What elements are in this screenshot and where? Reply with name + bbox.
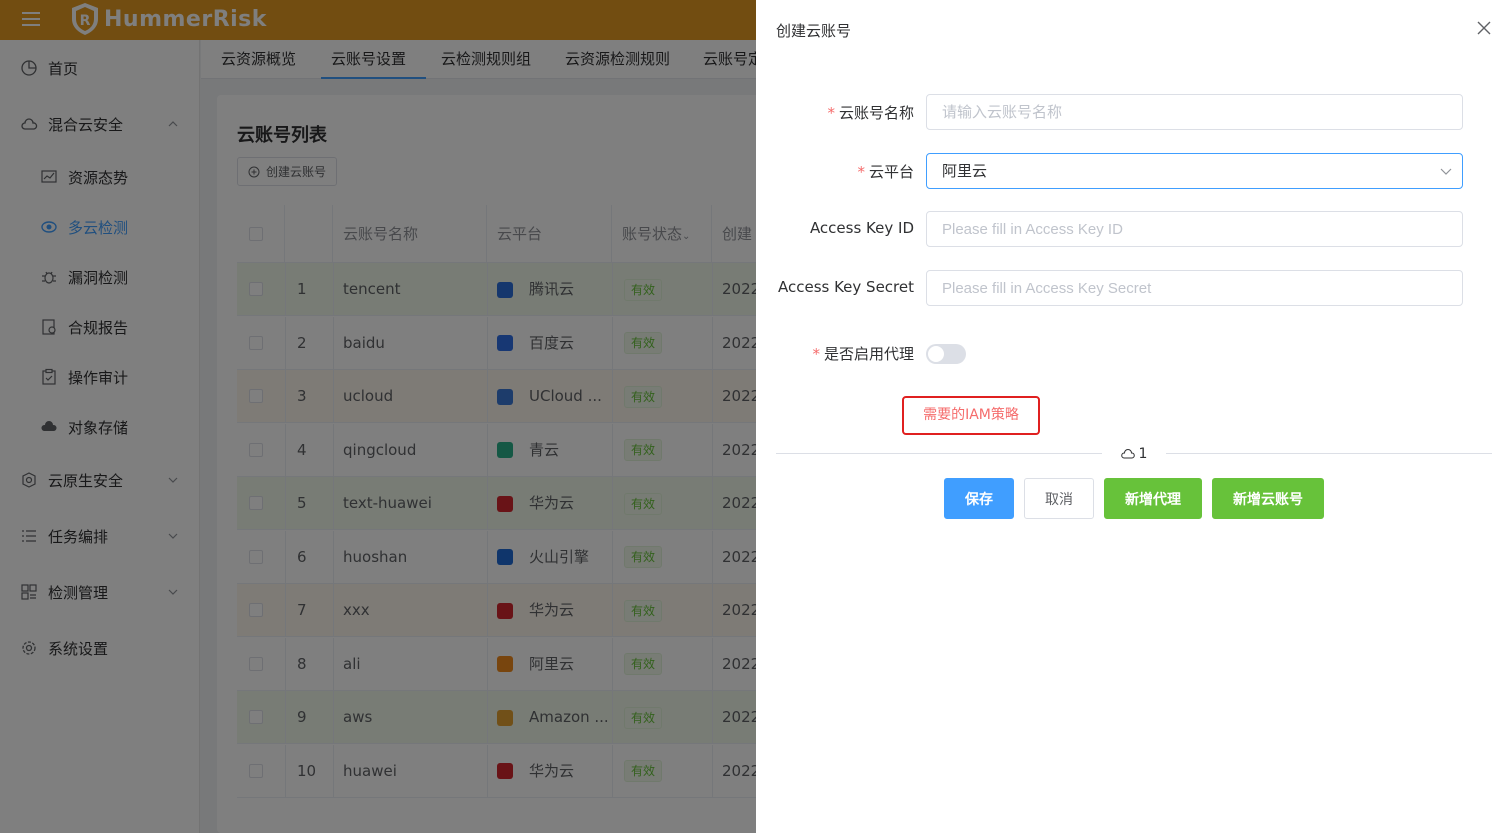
add-account-button[interactable]: 新增云账号 [1212,478,1324,519]
platform-label-text: 云平台 [868,163,914,181]
platform-select[interactable]: 阿里云 [926,153,1463,189]
proxy-toggle[interactable] [926,344,966,364]
proxy-label: * 是否启用代理 [756,343,914,364]
platform-label: * 云平台 [756,161,914,182]
required-mark: * [812,345,820,363]
platform-select-value: 阿里云 [942,162,988,180]
access-key-secret-input[interactable] [926,270,1463,306]
account-name-input[interactable] [926,94,1463,130]
create-account-drawer: 创建云账号 *云账号名称 *云平台 阿里云 Access Key ID Acce… [756,0,1512,833]
access-key-id-input[interactable] [926,211,1463,247]
drawer-title: 创建云账号 [776,22,852,40]
save-button[interactable]: 保存 [944,478,1014,519]
account-name-label-text: 云账号名称 [838,104,914,122]
required-mark: * [827,104,835,122]
modal-overlay[interactable] [0,0,756,833]
account-name-label: * 云账号名称 [756,102,914,123]
app-root: R HummerRisk 首页 混合云安全 资源态势 多云检测 漏洞检测 [0,0,1512,833]
required-mark: * [857,163,865,181]
chevron-down-icon [1440,168,1452,175]
add-proxy-button[interactable]: 新增代理 [1104,478,1202,519]
access-key-id-label: Access Key ID [809,219,914,237]
cancel-button[interactable]: 取消 [1024,478,1094,519]
divider-label: 1 [1102,444,1166,464]
cloud-icon [1120,449,1135,459]
divider-count: 1 [1138,446,1148,462]
access-key-secret-label: Access Key Secret [777,278,914,296]
iam-policy-link[interactable]: 需要的IAM策略 [902,396,1040,435]
close-icon[interactable] [1476,20,1492,36]
proxy-label-text: 是否启用代理 [823,345,914,363]
